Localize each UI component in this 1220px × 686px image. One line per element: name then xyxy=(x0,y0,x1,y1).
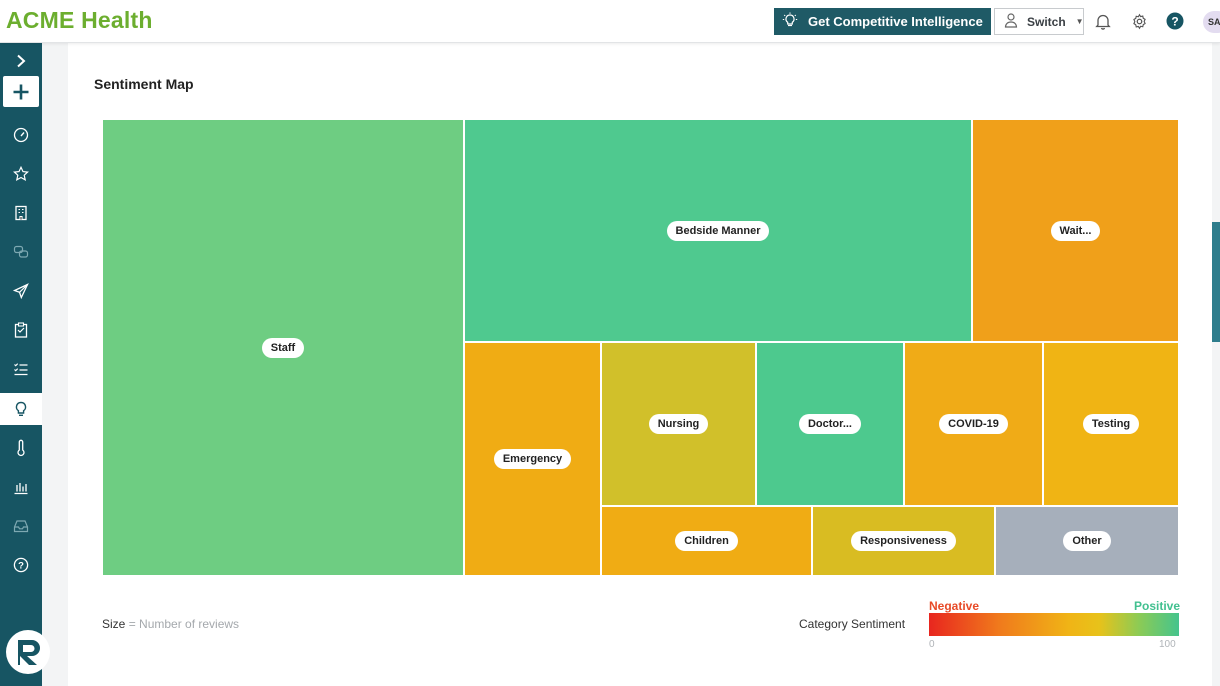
help-icon[interactable]: ? xyxy=(1165,11,1185,31)
tile-label: Children xyxy=(675,531,738,551)
treemap-tile-wait[interactable]: Wait... xyxy=(972,119,1179,342)
svg-text:?: ? xyxy=(18,561,24,572)
size-description: = Number of reviews xyxy=(128,617,240,631)
competitive-intelligence-label: Get Competitive Intelligence xyxy=(808,14,983,29)
treemap-tile-responsiveness[interactable]: Responsiveness xyxy=(812,506,995,576)
sidebar-item-inbox[interactable] xyxy=(0,510,42,542)
plus-icon xyxy=(13,84,29,99)
sidebar-item-temperature[interactable] xyxy=(0,432,42,464)
tile-label: Responsiveness xyxy=(851,531,956,551)
tile-label: Bedside Manner xyxy=(666,220,770,241)
sentiment-gradient-scale xyxy=(929,613,1179,636)
svg-text:?: ? xyxy=(1171,15,1178,29)
tile-label: Nursing xyxy=(648,414,709,434)
treemap-tile-testing[interactable]: Testing xyxy=(1043,342,1179,506)
tile-label: COVID-19 xyxy=(939,414,1008,434)
user-icon xyxy=(1003,12,1019,31)
size-key: Size xyxy=(102,617,126,631)
category-sentiment-label: Category Sentiment xyxy=(799,617,906,631)
sidebar-item-tasks[interactable] xyxy=(0,353,42,385)
sidebar-item-reports[interactable] xyxy=(0,471,42,503)
chevron-down-icon: ▼ xyxy=(1075,17,1084,26)
page-title: Sentiment Map xyxy=(94,76,194,92)
question-circle-icon: ? xyxy=(13,557,29,573)
send-icon xyxy=(13,283,29,299)
treemap-tile-bedside-manner[interactable]: Bedside Manner xyxy=(464,119,972,342)
add-button[interactable] xyxy=(3,76,39,107)
treemap-tile-staff[interactable]: Staff xyxy=(102,119,464,576)
building-icon xyxy=(15,205,27,221)
sidebar-item-help[interactable]: ? xyxy=(0,549,42,581)
treemap-tile-other[interactable]: Other xyxy=(995,506,1179,576)
tile-label: Doctor... xyxy=(798,414,861,434)
sidebar-item-conversations[interactable] xyxy=(0,236,42,268)
chat-icon xyxy=(13,245,29,258)
avatar[interactable]: SA xyxy=(1203,11,1220,33)
expand-sidebar-button[interactable] xyxy=(0,45,42,77)
tile-label: Emergency xyxy=(493,449,572,469)
lightbulb-icon xyxy=(782,12,798,31)
negative-label: Negative xyxy=(929,599,980,613)
sidebar-item-favorites[interactable] xyxy=(0,158,42,190)
logo-icon xyxy=(18,640,40,665)
bar-chart-icon xyxy=(14,483,28,495)
tile-label: Staff xyxy=(261,337,305,358)
treemap-tile-nursing[interactable]: Nursing xyxy=(601,342,756,506)
checklist-icon xyxy=(14,363,28,376)
gear-icon[interactable] xyxy=(1129,11,1149,31)
switch-account-dropdown[interactable]: Switch ▼ xyxy=(994,8,1084,35)
sidebar-item-surveys[interactable] xyxy=(0,314,42,346)
size-legend: Size = Number of reviews xyxy=(102,617,239,631)
treemap-tile-children[interactable]: Children xyxy=(601,506,812,576)
chevron-right-icon xyxy=(17,54,26,68)
thermometer-icon xyxy=(17,439,25,457)
scrollbar-thumb[interactable] xyxy=(1212,222,1220,342)
treemap-tile-emergency[interactable]: Emergency xyxy=(464,342,601,576)
positive-label: Positive xyxy=(1134,599,1181,613)
sidebar-item-locations[interactable] xyxy=(0,197,42,229)
scale-max-label: 100 xyxy=(1159,639,1176,650)
star-icon xyxy=(13,166,29,181)
tile-label: Wait... xyxy=(1050,220,1101,241)
treemap-tile-doctor[interactable]: Doctor... xyxy=(756,342,904,506)
clipboard-icon xyxy=(14,322,28,338)
sidebar: ? xyxy=(0,43,50,686)
sidebar-item-insights[interactable] xyxy=(0,393,42,425)
lightbulb-icon xyxy=(15,401,27,416)
bell-icon[interactable] xyxy=(1093,11,1113,31)
tile-label: Testing xyxy=(1082,414,1140,434)
sentiment-treemap: Staff Bedside Manner Wait... Emergency N… xyxy=(102,119,1179,576)
top-bar: ACME Health Get Competitive Intelligence… xyxy=(0,0,1220,43)
brand-logo[interactable]: ACME Health xyxy=(6,7,153,34)
inbox-icon xyxy=(13,520,29,533)
competitive-intelligence-button[interactable]: Get Competitive Intelligence xyxy=(774,8,991,35)
sidebar-item-campaigns[interactable] xyxy=(0,275,42,307)
treemap-tile-covid-19[interactable]: COVID-19 xyxy=(904,342,1043,506)
gauge-icon xyxy=(13,127,29,143)
company-logo[interactable] xyxy=(6,630,50,674)
switch-label: Switch xyxy=(1027,14,1066,29)
scale-min-label: 0 xyxy=(929,639,935,650)
sidebar-item-dashboard[interactable] xyxy=(0,119,42,151)
tile-label: Other xyxy=(1063,531,1111,551)
